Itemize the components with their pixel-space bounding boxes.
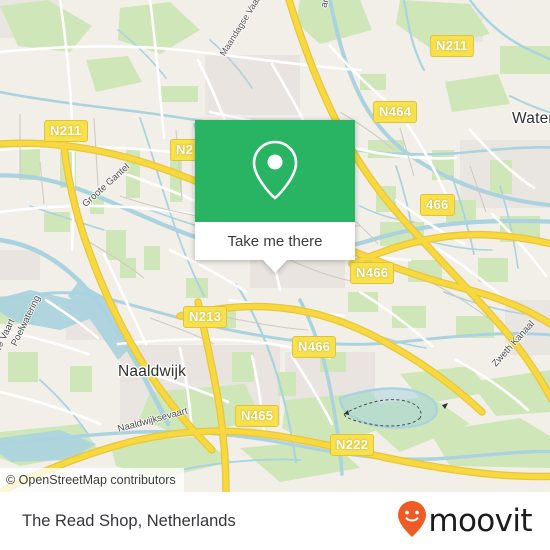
attribution-text: © OpenStreetMap contributors: [6, 473, 176, 487]
road-shield: N466: [292, 336, 337, 358]
road-shield: N465: [235, 405, 280, 427]
popup-tail: [263, 260, 287, 273]
footer-bar: The Read Shop, Netherlands moovit: [0, 492, 550, 550]
popup-image-area: [195, 120, 355, 222]
road-shield: N464: [373, 101, 418, 123]
map-pin-icon: [247, 136, 303, 207]
road-shield: N213: [183, 306, 228, 328]
moovit-pin-icon: [397, 500, 427, 543]
place-title: The Read Shop, Netherlands: [22, 511, 236, 530]
osm-attribution[interactable]: © OpenStreetMap contributors: [0, 468, 184, 492]
moovit-logo[interactable]: moovit: [397, 500, 533, 543]
take-me-there-label: Take me there: [227, 232, 323, 250]
road-shield: N222: [330, 434, 375, 456]
road-shield: N211: [430, 35, 474, 57]
road-shield: 466: [420, 194, 455, 216]
road-shield: N211: [44, 120, 88, 142]
popup-action-bar[interactable]: Take me there: [195, 222, 355, 260]
map-canvas[interactable]: N211 N211 N464 466 N466 N466 N213 N465 N…: [0, 0, 550, 492]
map-screenshot: N211 N211 N464 466 N466 N466 N213 N465 N…: [0, 0, 550, 550]
road-shield: N466: [350, 262, 395, 284]
moovit-wordmark: moovit: [428, 502, 532, 539]
place-popup-card[interactable]: Take me there: [195, 120, 355, 273]
